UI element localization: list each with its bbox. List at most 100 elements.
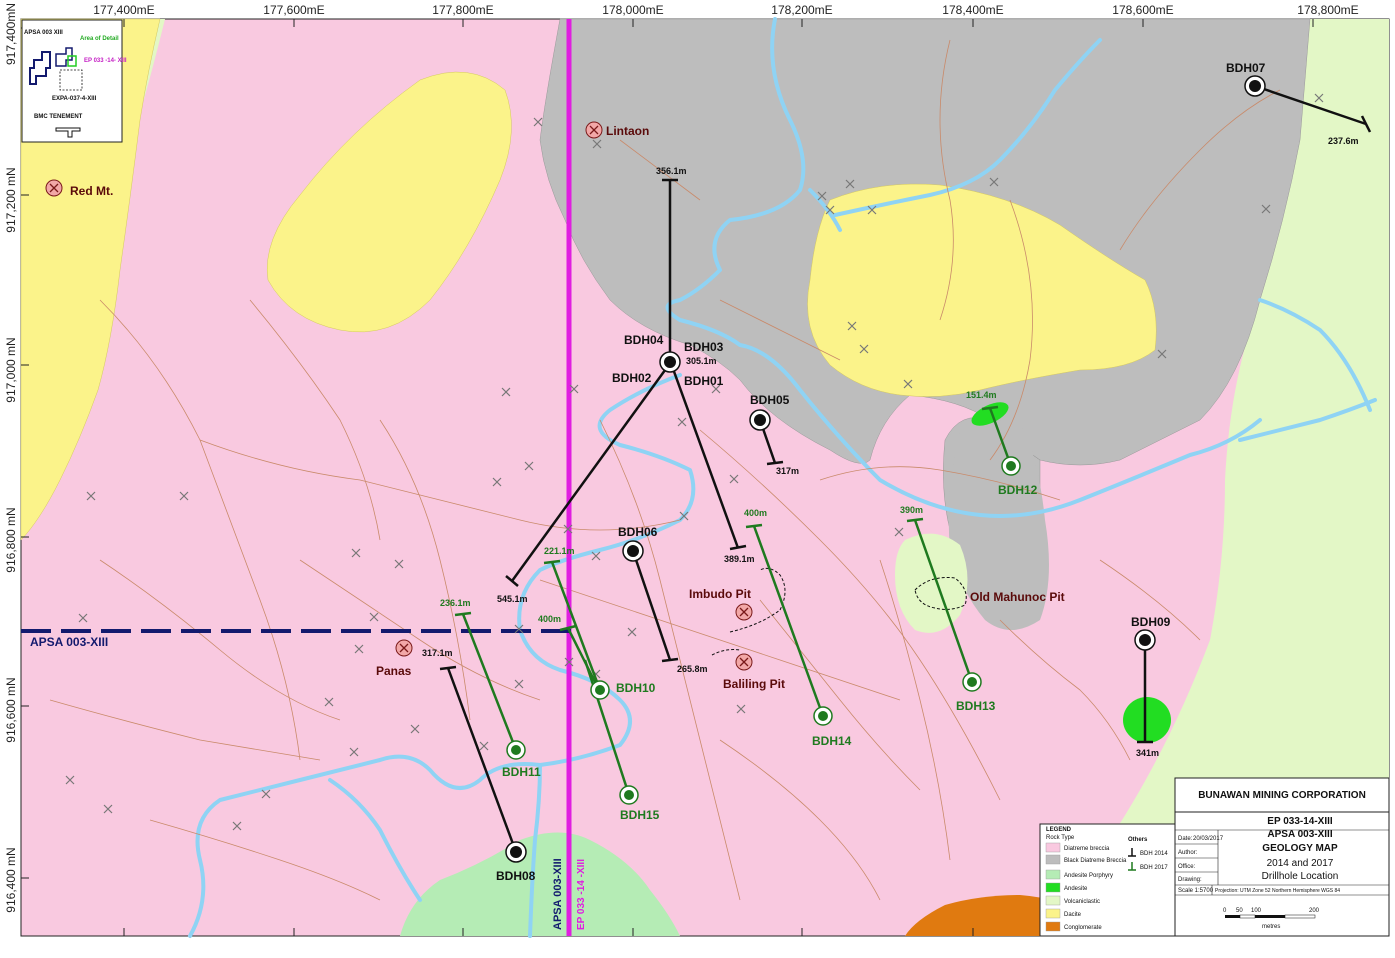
- collar-bdh04[interactable]: [659, 351, 681, 373]
- depth-label: 237.6m: [1328, 136, 1359, 146]
- hole-label: BDH14: [812, 734, 852, 748]
- collar-bdh09[interactable]: [1134, 629, 1156, 651]
- drawing-label: Drawing:: [1178, 877, 1202, 883]
- legend-swatch-diatreme: [1045, 842, 1061, 853]
- depth-label: 390m: [900, 505, 923, 515]
- legend-others-title: Others: [1128, 837, 1148, 843]
- title-line2: APSA 003-XIII: [1267, 829, 1332, 840]
- legend-swatch-andesite: [1045, 882, 1061, 893]
- hole-label: BDH03: [684, 340, 724, 354]
- legend-item-label: Dacite: [1064, 912, 1082, 918]
- hole-label: BDH01: [684, 374, 724, 388]
- depth-label: 356.1m: [656, 166, 687, 176]
- site-label: Lintaon: [606, 124, 649, 138]
- legend: LEGEND Rock Type Diatreme breccia Black …: [1039, 823, 1176, 937]
- legend-others-label: BDH 2017: [1140, 865, 1168, 871]
- legend-item-label: Andesite: [1064, 886, 1088, 892]
- depth-label: 151.4m: [966, 390, 997, 400]
- inset-ep-label: EP 033 -14- XIII: [84, 58, 127, 64]
- hole-label: BDH13: [956, 699, 996, 713]
- site-label: Old Mahunoc Pit: [970, 590, 1065, 604]
- scale-label: 100: [1251, 908, 1262, 914]
- title-line3: GEOLOGY MAP: [1262, 843, 1338, 854]
- hole-label: BDH15: [620, 808, 660, 822]
- inset-expa-label: EXPA-037-4-XIII: [52, 96, 97, 102]
- collar-bdh07[interactable]: [1244, 75, 1266, 97]
- collar-bdh06[interactable]: [622, 540, 644, 562]
- legend-item-label: Volcaniclastic: [1064, 899, 1100, 905]
- depth-label: 236.1m: [440, 598, 471, 608]
- hole-label: BDH05: [750, 393, 790, 407]
- hole-label: BDH07: [1226, 61, 1266, 75]
- depth-label: 265.8m: [677, 664, 708, 674]
- northing-label: 917,200 mN: [4, 167, 18, 232]
- hole-label: BDH11: [502, 765, 541, 779]
- easting-label: 177,400mE: [93, 3, 154, 17]
- collar-bdh13[interactable]: [962, 672, 982, 692]
- site-label: Red Mt.: [70, 184, 113, 198]
- lintaon-site: Lintaon: [585, 121, 649, 139]
- depth-label: 389.1m: [724, 554, 755, 564]
- depth-label: 317.1m: [422, 648, 453, 658]
- date-value: 20/03/2017: [1193, 836, 1224, 842]
- site-label: Baliling Pit: [723, 677, 785, 691]
- collar-bdh11[interactable]: [506, 740, 526, 760]
- easting-label: 177,800mE: [432, 3, 493, 17]
- title-line5: Drillhole Location: [1262, 871, 1339, 882]
- depth-label: 305.1m: [686, 356, 717, 366]
- site-label: Panas: [376, 664, 412, 678]
- hole-label: BDH02: [612, 371, 652, 385]
- company-name: BUNAWAN MINING CORPORATION: [1198, 790, 1366, 801]
- depth-label: 545.1m: [497, 594, 528, 604]
- legend-item-label: Diatreme breccia: [1064, 846, 1110, 852]
- apsa-vertical-label: APSA 003-XIII: [552, 858, 564, 930]
- hole-label: BDH10: [616, 681, 656, 695]
- hole-label: BDH04: [624, 333, 664, 347]
- scale-unit: metres: [1262, 924, 1280, 930]
- northing-label: 917,400mN: [4, 3, 18, 65]
- scale-label: 50: [1236, 908, 1243, 914]
- title-line4: 2014 and 2017: [1267, 858, 1334, 869]
- legend-item-label: Black Diatreme Breccia: [1064, 858, 1127, 864]
- collar-bdh08[interactable]: [505, 841, 527, 863]
- northing-label: 916,800 mN: [4, 507, 18, 572]
- depth-label: 400m: [538, 614, 561, 624]
- northing-label: 916,600 mN: [4, 677, 18, 742]
- easting-label: 178,200mE: [771, 3, 832, 17]
- collar-bdh12[interactable]: [1001, 456, 1021, 476]
- hole-label: BDH12: [998, 483, 1038, 497]
- depth-label: 317m: [776, 466, 799, 476]
- easting-label: 178,400mE: [942, 3, 1003, 17]
- depth-label: 341m: [1136, 748, 1159, 758]
- inset-area-label: Area of Detail: [80, 36, 119, 42]
- inset-tenement-label: BMC TENEMENT: [34, 114, 83, 120]
- legend-others-label: BDH 2014: [1140, 851, 1168, 857]
- hole-label: BDH06: [618, 525, 658, 539]
- projection-text: Projection: UTM Zone 52 Northern Hemisph…: [1215, 888, 1340, 894]
- legend-swatch-dacite: [1045, 908, 1061, 919]
- title-block: BUNAWAN MINING CORPORATION EP 033-14-XII…: [1174, 777, 1390, 937]
- location-inset: APSA 003 XIII Area of Detail EP 033 -14-…: [21, 19, 127, 143]
- northing-label: 916,400 mN: [4, 847, 18, 912]
- legend-swatch-conglomerate: [1045, 921, 1061, 932]
- inset-apsa-label: APSA 003 XIII: [24, 30, 63, 36]
- geology-map: 177,400mE 177,600mE 177,800mE 178,000mE …: [0, 0, 1395, 958]
- legend-title: LEGEND: [1046, 827, 1072, 833]
- scale-text: Scale 1:5700: [1178, 888, 1214, 894]
- legend-subtitle: Rock Type: [1046, 835, 1075, 841]
- unit-andesite-bdh09: [1123, 697, 1171, 743]
- collar-bdh14[interactable]: [813, 706, 833, 726]
- legend-swatch-andesite-porphyry: [1045, 869, 1061, 880]
- old-mahunoc-site: Old Mahunoc Pit: [970, 590, 1065, 604]
- collar-bdh15[interactable]: [619, 785, 639, 805]
- easting-label: 177,600mE: [263, 3, 324, 17]
- collar-bdh05[interactable]: [749, 409, 771, 431]
- easting-label: 178,000mE: [602, 3, 663, 17]
- legend-swatch-volcaniclastic: [1045, 895, 1061, 906]
- ep-vertical-label: EP 033 -14 -XIII: [576, 859, 587, 930]
- site-label: Imbudo Pit: [689, 587, 751, 601]
- date-label: Date:: [1178, 836, 1193, 842]
- northing-label: 917,000 mN: [4, 337, 18, 402]
- collar-bdh10[interactable]: [590, 680, 610, 700]
- easting-label: 178,600mE: [1112, 3, 1173, 17]
